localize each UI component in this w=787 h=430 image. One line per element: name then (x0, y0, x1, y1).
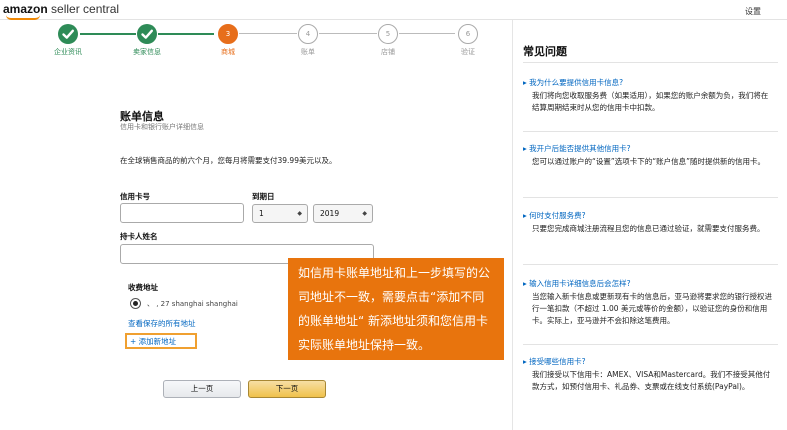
faq-question[interactable]: ▸ 我开户后能否提供其他信用卡? (523, 143, 631, 154)
faq-answer: 只要您完成商城注册流程且您的信息已通过验证，就需要支付服务费。 (532, 224, 765, 233)
step-label: 店铺 (381, 48, 395, 56)
previous-button[interactable]: 上一页 (163, 380, 241, 398)
faq-title: 常见问题 (523, 45, 567, 58)
step-number: 5 (378, 24, 398, 44)
faq-answer: 当您输入新卡信息或更新现有卡的信息后，亚马逊将要求您的银行授权进行一笔扣款（不超… (532, 292, 772, 325)
step-number: 6 (458, 24, 478, 44)
faq-answer: 我们接受以下信用卡：AMEX、VISA和Mastercard。我们不接受其他付款… (532, 370, 771, 391)
step-label: 企业资讯 (54, 48, 82, 56)
step-5: 5 店铺 (358, 24, 418, 57)
fee-notice: 在全球销售商品的前六个月，您每月将需要支付39.99美元以及。 (120, 156, 337, 165)
chevron-down-icon: ◆ (362, 210, 367, 217)
faq-divider (523, 131, 778, 132)
top-bar: amazon seller central 设置 (0, 0, 787, 20)
page-subtitle: 信用卡和银行账户详细信息 (120, 123, 204, 131)
faq-question[interactable]: ▸ 接受哪些信用卡? (523, 356, 586, 367)
check-icon (58, 24, 78, 44)
faq-divider (523, 62, 778, 63)
annotation-callout: 如信用卡账单地址和上一步填写的公司地址不一致，需要点击“添加不同的账单地址“ 新… (288, 258, 504, 360)
view-all-addresses-link[interactable]: 查看保存的所有地址 (128, 318, 196, 329)
faq-question[interactable]: ▸ 我为什么要提供信用卡信息? (523, 77, 623, 88)
step-label: 验证 (461, 48, 475, 56)
add-new-address-link[interactable]: + 添加新地址 (130, 336, 176, 347)
step-label: 账单 (301, 48, 315, 56)
amazon-smile-icon (6, 15, 40, 20)
expiry-month-select[interactable]: 1 ◆ (252, 204, 308, 223)
seller-central-logo[interactable]: amazon seller central (3, 2, 120, 20)
check-icon (137, 24, 157, 44)
next-button[interactable]: 下一页 (248, 380, 326, 398)
address-radio[interactable] (130, 298, 141, 309)
step-6: 6 验证 (438, 24, 498, 57)
billing-address-title: 收费地址 (128, 283, 158, 292)
address-text: 、 , 27 shanghai shanghai (147, 300, 238, 308)
step-4: 4 账单 (278, 24, 338, 57)
expiry-year-select[interactable]: 2019 ◆ (313, 204, 373, 223)
faq-divider (523, 344, 778, 345)
holder-name-label: 持卡人姓名 (120, 232, 158, 241)
card-number-input[interactable] (120, 203, 244, 223)
chevron-down-icon: ◆ (297, 210, 302, 217)
card-number-label: 信用卡号 (120, 192, 150, 201)
logo-brand: amazon (3, 2, 48, 16)
expiry-year-value: 2019 (320, 209, 340, 218)
faq-question[interactable]: ▸ 输入信用卡详细信息后会怎样? (523, 278, 631, 289)
step-1: 企业资讯 (38, 24, 98, 57)
step-label: 商城 (221, 48, 235, 56)
expiry-month-value: 1 (259, 209, 264, 218)
step-3: 3 商城 (198, 24, 258, 57)
logo-text: seller central (47, 2, 120, 16)
faq-question[interactable]: ▸ 何时支付服务费? (523, 210, 586, 221)
faq-divider (523, 197, 778, 198)
settings-link[interactable]: 设置 (745, 6, 761, 17)
step-2: 卖家信息 (117, 24, 177, 57)
column-divider (512, 20, 513, 430)
faq-answer: 我们将向您收取服务费（如果适用），如果您的账户余额为负，我们将在结算周期结束时从… (532, 91, 769, 112)
step-number: 4 (298, 24, 318, 44)
step-number: 3 (218, 24, 238, 44)
faq-divider (523, 264, 778, 265)
expiry-label: 到期日 (252, 192, 275, 201)
faq-answer: 您可以通过账户的“设置”选项卡下的“账户信息”随时提供新的信用卡。 (532, 157, 766, 166)
step-label: 卖家信息 (133, 48, 161, 56)
